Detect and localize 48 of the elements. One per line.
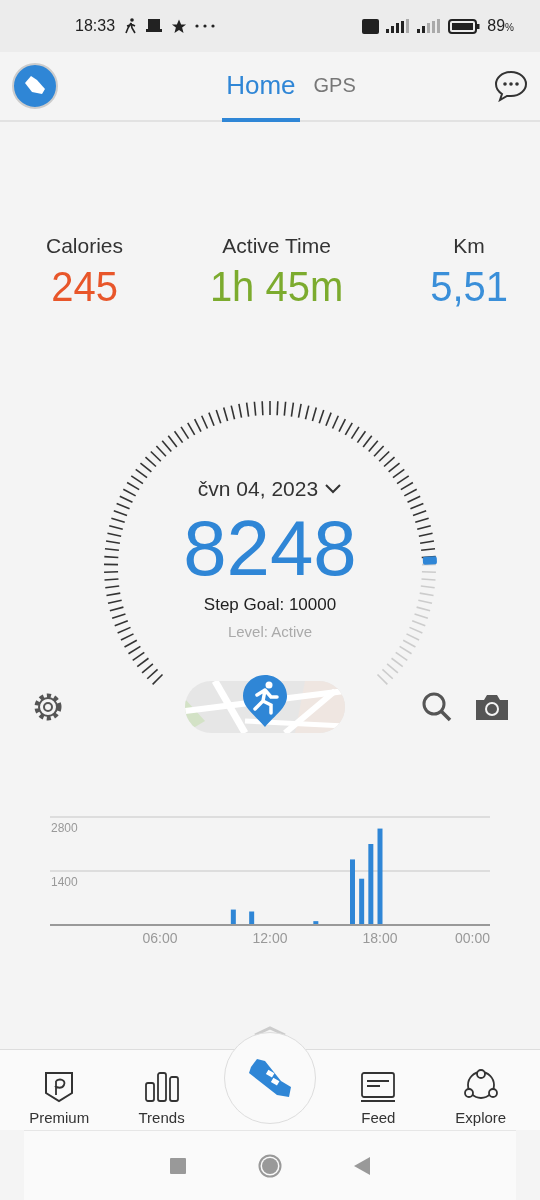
x-axis-label: 00:00 (454, 930, 490, 946)
bar-chart-icon (143, 1071, 180, 1103)
stat-value: 1h 45m (209, 262, 344, 311)
nav-item[interactable]: Trends (121, 1071, 202, 1130)
x-axis-label: 18:00 (362, 930, 398, 946)
camera-icon[interactable] (474, 692, 510, 722)
chart-bar (313, 921, 319, 925)
nav-item[interactable]: Explore (440, 1069, 521, 1130)
stat-value: 245 (51, 262, 118, 311)
settings-icon[interactable] (32, 691, 64, 723)
recents-button[interactable] (170, 1157, 186, 1174)
chevron-down-icon (324, 483, 343, 495)
home-button[interactable] (258, 1153, 282, 1178)
tab[interactable]: GPS (309, 52, 360, 122)
date-picker[interactable]: čvn 04, 2023 (197, 477, 343, 501)
more-icon (195, 24, 216, 28)
y-axis-label: 1400 (51, 875, 78, 889)
chart-bar (249, 911, 255, 925)
shoe-icon (246, 1057, 293, 1099)
back-button[interactable] (354, 1156, 370, 1175)
news-icon (360, 1071, 397, 1103)
battery-level: 89% (487, 17, 514, 35)
search-icon[interactable] (420, 691, 453, 723)
progress-marker (422, 556, 438, 565)
chart-bar (350, 859, 355, 925)
walking-icon (124, 18, 139, 34)
x-axis-label: 06:00 (142, 930, 178, 946)
chart-bar (230, 909, 236, 925)
stat-label: Km (453, 234, 485, 258)
status-time: 18:33 (75, 17, 116, 35)
shoe-logo-icon[interactable] (12, 63, 58, 109)
step-goal: Step Goal: 10000 (203, 595, 337, 615)
stat-label: Calories (46, 234, 124, 258)
nav-item[interactable]: Feed (338, 1071, 419, 1130)
chart-bar (359, 878, 365, 925)
chat-icon[interactable] (494, 70, 528, 102)
step-count: 8248 (183, 503, 357, 593)
premium-badge-icon (44, 1071, 75, 1103)
stat-value: 5,51 (430, 262, 508, 311)
y-axis-label: 2800 (51, 821, 78, 835)
activity-level: Level: Active (227, 623, 313, 640)
nav-item[interactable]: Premium (19, 1071, 100, 1130)
signal-icon (417, 19, 442, 33)
stat-label: Active Time (222, 234, 331, 258)
x-axis-label: 12:00 (252, 930, 288, 946)
battery-icon (448, 18, 481, 34)
package-icon (145, 18, 164, 34)
signal-icon (386, 19, 411, 33)
